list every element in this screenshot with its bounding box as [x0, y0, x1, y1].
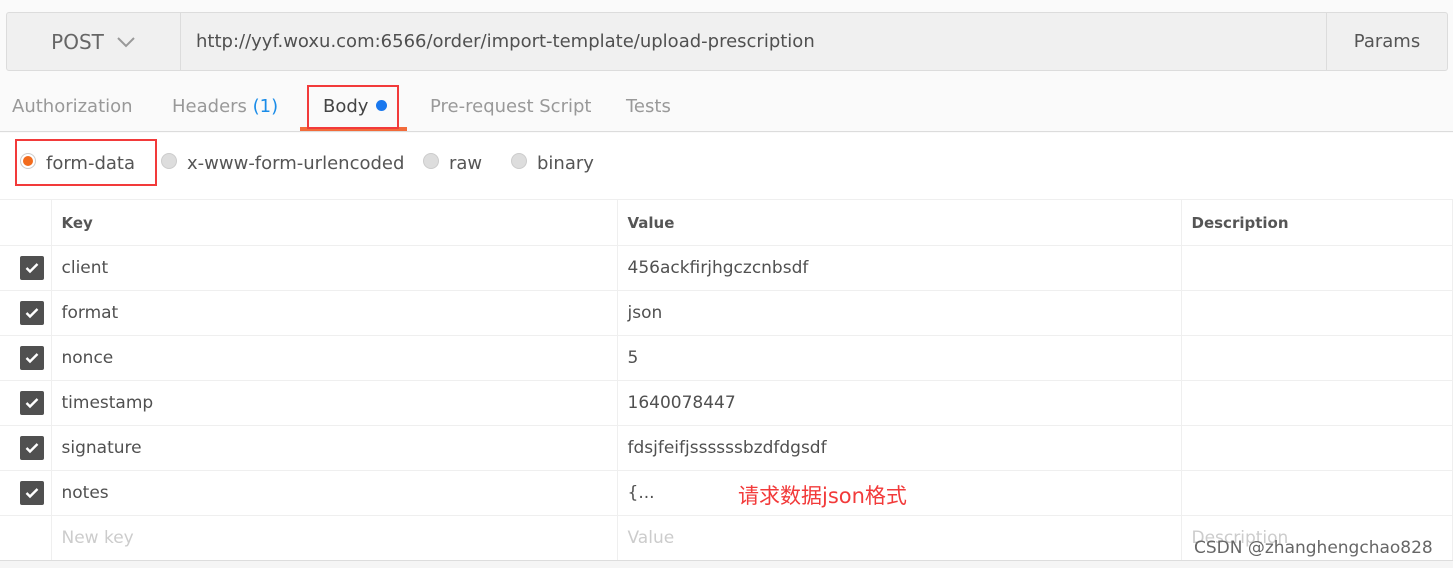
value-cell[interactable]: 1640078447 [616, 380, 1182, 426]
checkbox-checked-icon[interactable] [20, 481, 44, 505]
tab-headers[interactable]: Headers (1) [172, 96, 278, 117]
radio-label: raw [449, 153, 483, 174]
table-header: Key Value Description [0, 199, 1453, 246]
method-label: POST [51, 29, 104, 54]
params-button[interactable]: Params [1326, 13, 1447, 70]
key-cell[interactable]: nonce [50, 335, 618, 381]
table-row: client 456ackfirjhgczcnbsdf [0, 245, 1453, 291]
description-cell[interactable] [1180, 245, 1453, 291]
annotation-text: 请求数据json格式 [738, 484, 907, 508]
tab-label: Headers [172, 96, 247, 117]
radio-label: binary [537, 153, 594, 174]
key-cell[interactable]: notes [50, 470, 618, 516]
table-row: signature fdsjfeifjssssssbzdfdgsdf [0, 425, 1453, 471]
highlight-box-form-data [15, 139, 157, 186]
checkbox-checked-icon[interactable] [20, 256, 44, 280]
key-cell[interactable]: timestamp [50, 380, 618, 426]
value-cell[interactable]: json [616, 290, 1182, 336]
description-cell[interactable] [1180, 425, 1453, 471]
checkbox-cell [0, 470, 52, 516]
key-cell[interactable]: client [50, 245, 618, 291]
radio-icon [161, 152, 177, 169]
table-row: nonce 5 [0, 335, 1453, 381]
table-row: format json [0, 290, 1453, 336]
radio-label: x-www-form-urlencoded [187, 153, 405, 174]
checkbox-column-header [0, 199, 52, 246]
body-panel: form-data x-www-form-urlencoded raw bina… [0, 133, 1453, 568]
checkbox-cell [0, 425, 52, 471]
highlight-box-body [307, 85, 399, 129]
checkbox-checked-icon[interactable] [20, 436, 44, 460]
description-cell[interactable] [1180, 380, 1453, 426]
value-cell[interactable]: 456ackfirjhgczcnbsdf [616, 245, 1182, 291]
checkbox-cell [0, 290, 52, 336]
radio-x-www-form-urlencoded[interactable]: x-www-form-urlencoded [161, 152, 405, 174]
table-row: timestamp 1640078447 [0, 380, 1453, 426]
method-select[interactable]: POST [7, 13, 181, 70]
checkbox-cell [0, 245, 52, 291]
url-input[interactable]: http://yyf.woxu.com:6566/order/import-te… [181, 13, 1326, 70]
new-key-input[interactable]: New key [50, 515, 618, 561]
radio-binary[interactable]: binary [511, 152, 594, 174]
tab-tests[interactable]: Tests [626, 96, 671, 117]
checkbox-cell [0, 335, 52, 381]
radio-icon [423, 152, 439, 169]
checkbox-cell [0, 515, 52, 561]
description-cell[interactable] [1180, 470, 1453, 516]
checkbox-checked-icon[interactable] [20, 391, 44, 415]
column-header-value: Value [616, 199, 1182, 246]
value-cell[interactable]: 5 [616, 335, 1182, 381]
checkbox-checked-icon[interactable] [20, 301, 44, 325]
checkbox-checked-icon[interactable] [20, 346, 44, 370]
description-cell[interactable] [1180, 335, 1453, 381]
new-value-input[interactable]: Value [616, 515, 1182, 561]
tab-authorization[interactable]: Authorization [12, 96, 133, 117]
form-data-table: Key Value Description client 456ackfirjh… [0, 199, 1453, 561]
column-header-description: Description [1180, 199, 1453, 246]
radio-icon [511, 152, 527, 169]
chevron-down-icon [117, 36, 135, 47]
headers-count: (1) [252, 96, 279, 117]
bottom-bar [0, 560, 1453, 568]
radio-raw[interactable]: raw [423, 152, 483, 174]
column-header-key: Key [50, 199, 618, 246]
checkbox-cell [0, 380, 52, 426]
table-row: notes {... [0, 470, 1453, 516]
description-cell[interactable] [1180, 290, 1453, 336]
request-bar: POST http://yyf.woxu.com:6566/order/impo… [6, 12, 1448, 71]
watermark: CSDN @zhanghengchao828 [1194, 538, 1433, 558]
key-cell[interactable]: format [50, 290, 618, 336]
tab-pre-request-script[interactable]: Pre-request Script [430, 96, 591, 117]
request-tabs: Authorization Headers (1) Body Pre-reque… [0, 86, 1453, 132]
key-cell[interactable]: signature [50, 425, 618, 471]
value-cell[interactable]: fdsjfeifjssssssbzdfdgsdf [616, 425, 1182, 471]
